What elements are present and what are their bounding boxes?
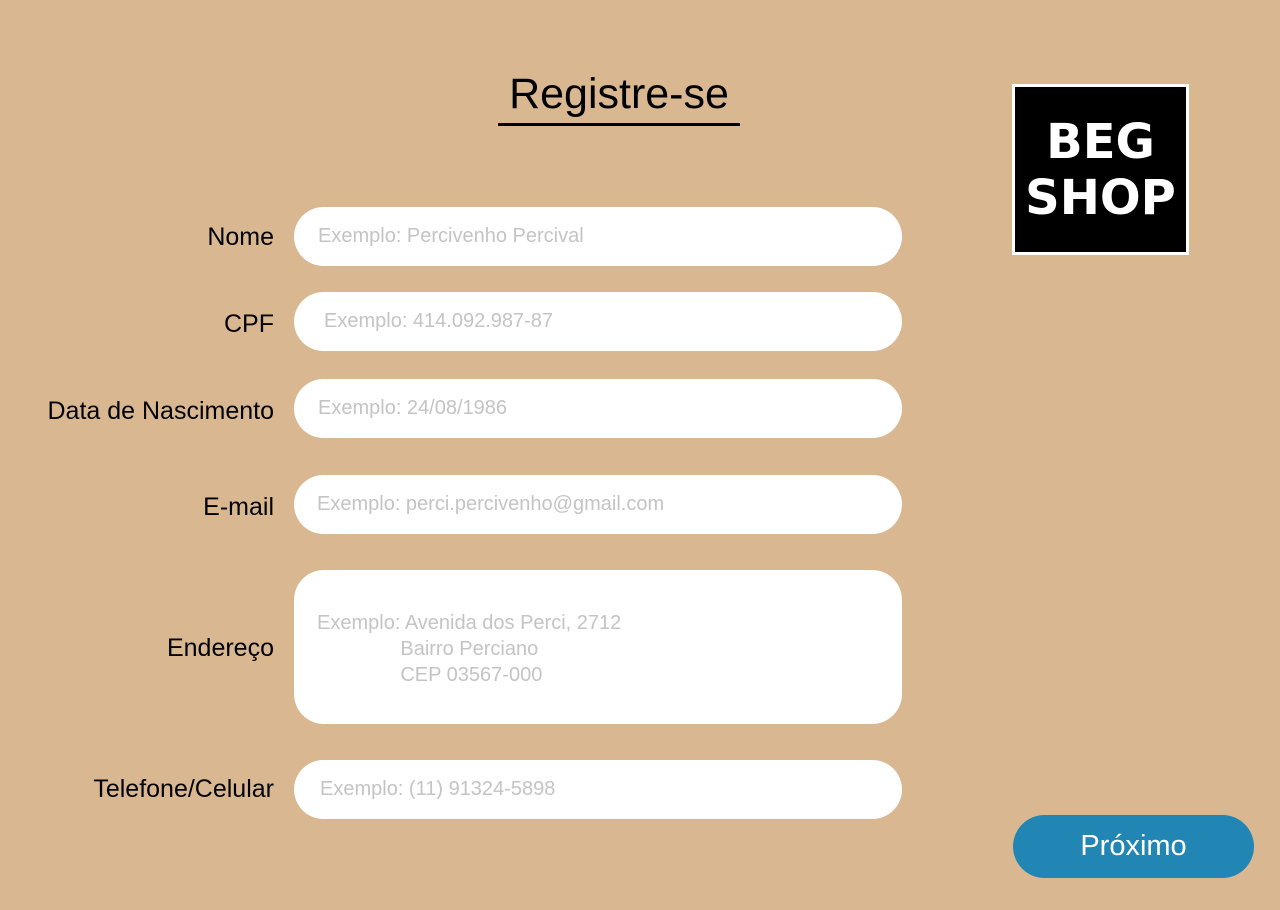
phone-label: Telefone/Celular (93, 775, 274, 803)
cpf-label: CPF (224, 310, 274, 338)
logo-text-line2: SHOP (1025, 169, 1176, 226)
logo-text-line1: BEG (1046, 113, 1155, 170)
email-input[interactable] (294, 475, 902, 534)
address-textarea[interactable] (294, 570, 902, 724)
cpf-input[interactable] (294, 292, 902, 351)
email-label: E-mail (203, 493, 274, 521)
name-label: Nome (207, 223, 274, 251)
name-input[interactable] (294, 207, 902, 266)
birthdate-input[interactable] (294, 379, 902, 438)
page-title: Registre-se (498, 68, 740, 126)
phone-input[interactable] (294, 760, 902, 819)
brand-logo: BEG SHOP (1012, 84, 1189, 255)
address-label: Endereço (166, 634, 274, 662)
birthdate-label: Data de Nascimento (47, 397, 274, 425)
next-button[interactable]: Próximo (1013, 815, 1254, 878)
